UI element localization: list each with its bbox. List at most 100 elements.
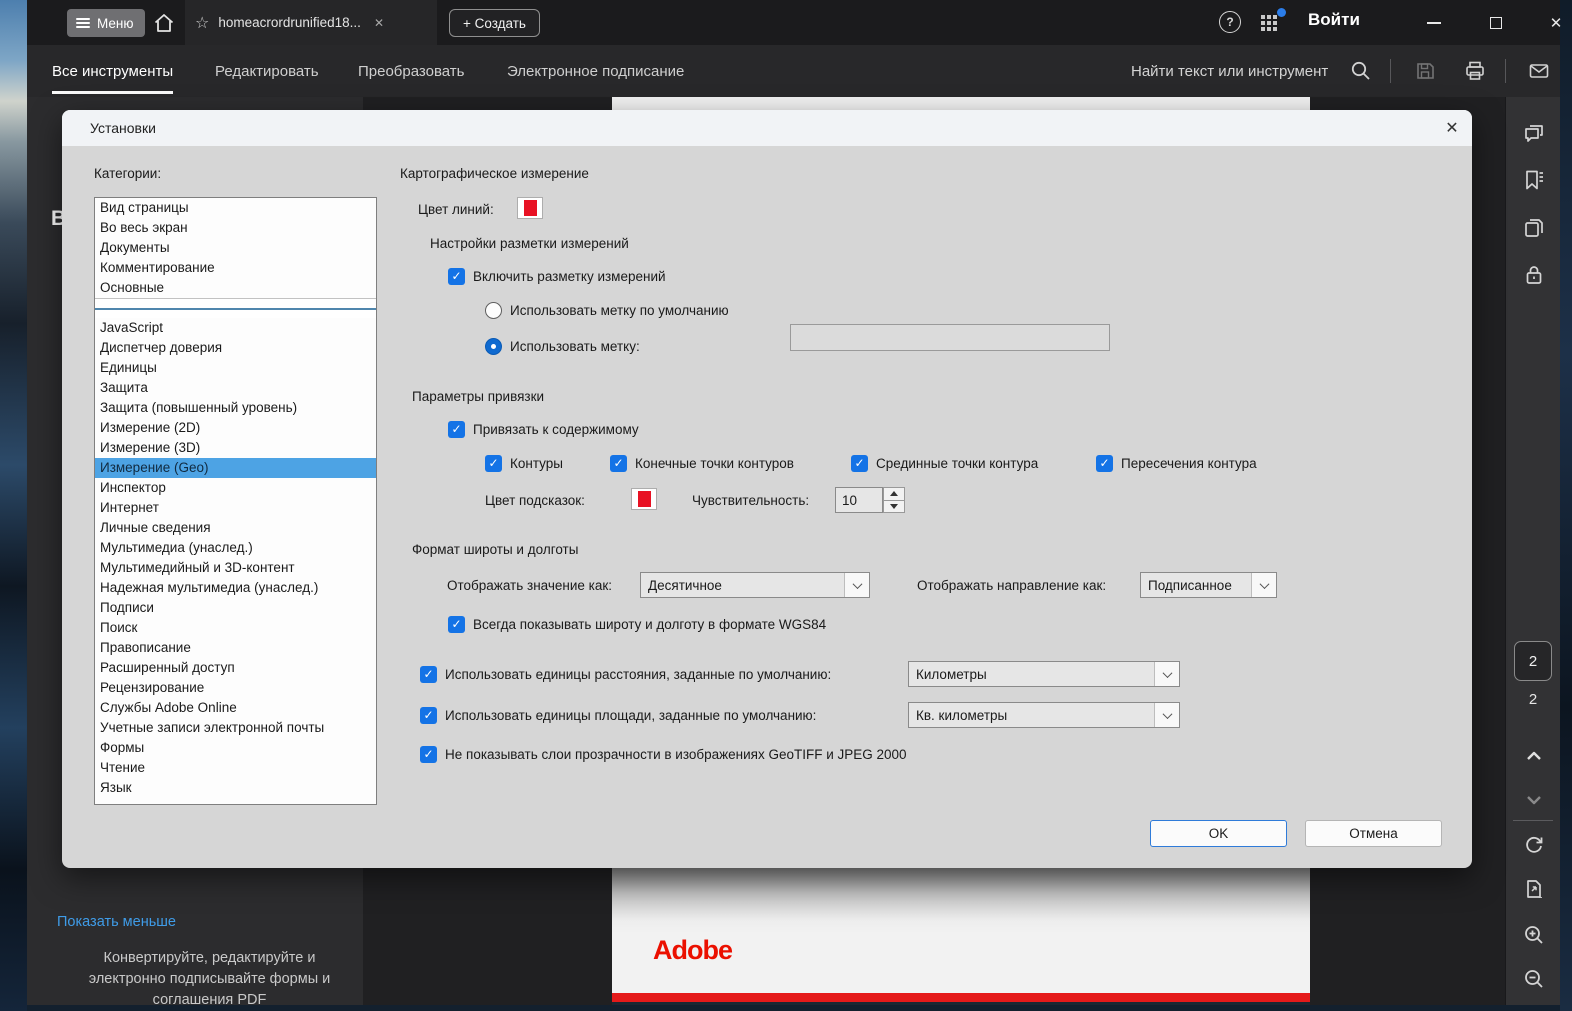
wgs84-checkbox[interactable] (448, 616, 465, 633)
value-as-select[interactable]: Десятичное (640, 572, 870, 598)
search-icon[interactable] (1349, 59, 1373, 83)
direction-as-select[interactable]: Подписанное (1140, 572, 1277, 598)
category-item[interactable]: Документы (95, 238, 376, 258)
email-icon[interactable] (1527, 59, 1551, 83)
category-item[interactable]: Формы (95, 738, 376, 758)
window-close-button[interactable]: ✕ (1539, 12, 1572, 34)
tab-close-icon[interactable]: ✕ (374, 16, 384, 30)
enable-markup-checkbox[interactable] (448, 268, 465, 285)
use-label-radio[interactable] (485, 338, 502, 355)
area-units-select[interactable]: Кв. километры (908, 702, 1180, 728)
category-item[interactable]: Защита (95, 378, 376, 398)
zoom-out-icon[interactable] (1522, 967, 1546, 991)
distance-units-select[interactable]: Километры (908, 661, 1180, 687)
stepper-up-button[interactable] (883, 487, 905, 500)
category-item[interactable]: Единицы (95, 358, 376, 378)
category-item[interactable]: Поиск (95, 618, 376, 638)
snap-option-checkbox-3[interactable] (851, 455, 868, 472)
category-item[interactable]: Во весь экран (95, 218, 376, 238)
comments-icon[interactable] (1522, 121, 1546, 145)
category-item[interactable]: Мультимедиа (унаслед.) (95, 538, 376, 558)
category-item[interactable]: Надежная мультимедиа (унаслед.) (95, 578, 376, 598)
cancel-button[interactable]: Отмена (1305, 820, 1442, 847)
print-icon[interactable] (1463, 59, 1487, 83)
category-item[interactable]: Измерение (Geo) (95, 458, 376, 478)
category-item[interactable]: Мультимедийный и 3D-контент (95, 558, 376, 578)
category-item[interactable]: Измерение (2D) (95, 418, 376, 438)
chevron-down-icon[interactable] (1522, 788, 1546, 812)
category-item[interactable]: Расширенный доступ (95, 658, 376, 678)
menu-button[interactable]: Меню (67, 9, 145, 37)
chevron-up-icon[interactable] (1522, 744, 1546, 768)
category-item[interactable]: Комментирование (95, 258, 376, 278)
distance-units-checkbox[interactable] (420, 666, 437, 683)
category-item[interactable]: Основные (95, 278, 376, 298)
snap-to-content-checkbox[interactable] (448, 421, 465, 438)
distance-units-label[interactable]: Использовать единицы расстояния, заданны… (445, 666, 831, 683)
snap-option-label-4[interactable]: Пересечения контура (1121, 455, 1257, 472)
wgs84-label[interactable]: Всегда показывать широту и долготу в фор… (473, 616, 826, 633)
enable-markup-label[interactable]: Включить разметку измерений (473, 268, 666, 285)
snap-option-label-1[interactable]: Контуры (510, 455, 563, 472)
category-item[interactable]: Диспетчер доверия (95, 338, 376, 358)
snap-option-checkbox-1[interactable] (485, 455, 502, 472)
maximize-button[interactable] (1479, 12, 1513, 34)
categories-listbox[interactable]: Вид страницы Во весь экран Документы Коммен… (94, 197, 377, 805)
minimize-button[interactable] (1417, 12, 1451, 34)
current-page-input[interactable]: 2 (1514, 641, 1552, 681)
category-item[interactable]: Вид страницы (95, 198, 376, 218)
area-units-label[interactable]: Использовать единицы площади, заданные п… (445, 707, 816, 724)
snap-option-label-3[interactable]: Срединные точки контура (876, 455, 1038, 472)
pages-icon[interactable] (1522, 216, 1546, 240)
snap-option-checkbox-2[interactable] (610, 455, 627, 472)
sensitivity-input[interactable] (835, 487, 883, 513)
category-item[interactable]: Подписи (95, 598, 376, 618)
apps-grid-button[interactable] (1261, 8, 1286, 34)
stepper-down-button[interactable] (883, 499, 905, 513)
transparency-checkbox[interactable] (420, 746, 437, 763)
hint-color-swatch[interactable] (631, 488, 657, 510)
category-item[interactable]: Язык (95, 778, 376, 798)
label-input[interactable] (790, 324, 1110, 351)
toolbar-tab-2[interactable]: Редактировать (215, 45, 319, 97)
category-item[interactable]: Интернет (95, 498, 376, 518)
ok-button[interactable]: OK (1150, 820, 1287, 847)
category-item[interactable]: Службы Adobe Online (95, 698, 376, 718)
category-item[interactable]: Защита (повышенный уровень) (95, 398, 376, 418)
use-label-text[interactable]: Использовать метку: (510, 338, 640, 355)
home-button[interactable] (152, 11, 176, 35)
show-less-link[interactable]: Показать меньше (57, 914, 176, 930)
help-button[interactable]: ? (1219, 11, 1241, 33)
star-icon[interactable]: ☆ (195, 13, 209, 33)
category-item[interactable]: Личные сведения (95, 518, 376, 538)
snap-to-content-label[interactable]: Привязать к содержимому (473, 421, 639, 438)
use-default-label-radio[interactable] (485, 302, 502, 319)
category-item[interactable]: Инспектор (95, 478, 376, 498)
create-button[interactable]: + Создать (449, 9, 540, 37)
toolbar-tab-1[interactable]: Все инструменты (52, 45, 174, 97)
sign-in-button[interactable]: Войти (1308, 10, 1360, 30)
toolbar-tab-3[interactable]: Преобразовать (358, 45, 464, 97)
fit-page-icon[interactable] (1522, 877, 1546, 901)
lock-icon[interactable] (1522, 263, 1546, 287)
transparency-label[interactable]: Не показывать слои прозрачности в изобра… (445, 746, 907, 763)
area-units-checkbox[interactable] (420, 707, 437, 724)
rotate-icon[interactable] (1522, 832, 1546, 856)
category-item[interactable]: Правописание (95, 638, 376, 658)
category-item[interactable]: Измерение (3D) (95, 438, 376, 458)
document-tab[interactable]: ☆ homeacrordrunified18... ✕ (185, 0, 437, 45)
category-item[interactable]: JavaScript (95, 318, 376, 338)
bookmarks-icon[interactable] (1522, 168, 1546, 192)
search-tool-label[interactable]: Найти текст или инструмент (1131, 45, 1328, 97)
dialog-close-button[interactable]: ✕ (1440, 117, 1464, 139)
snap-option-checkbox-4[interactable] (1096, 455, 1113, 472)
toolbar-tab-4[interactable]: Электронное подписание (507, 45, 684, 97)
sensitivity-stepper[interactable] (883, 487, 905, 513)
category-item[interactable]: Учетные записи электронной почты (95, 718, 376, 738)
snap-option-label-2[interactable]: Конечные точки контуров (635, 455, 794, 472)
use-default-label-text[interactable]: Использовать метку по умолчанию (510, 302, 729, 319)
line-color-swatch[interactable] (517, 197, 543, 219)
category-item[interactable]: Чтение (95, 758, 376, 778)
zoom-in-icon[interactable] (1522, 923, 1546, 947)
category-item[interactable]: Рецензирование (95, 678, 376, 698)
